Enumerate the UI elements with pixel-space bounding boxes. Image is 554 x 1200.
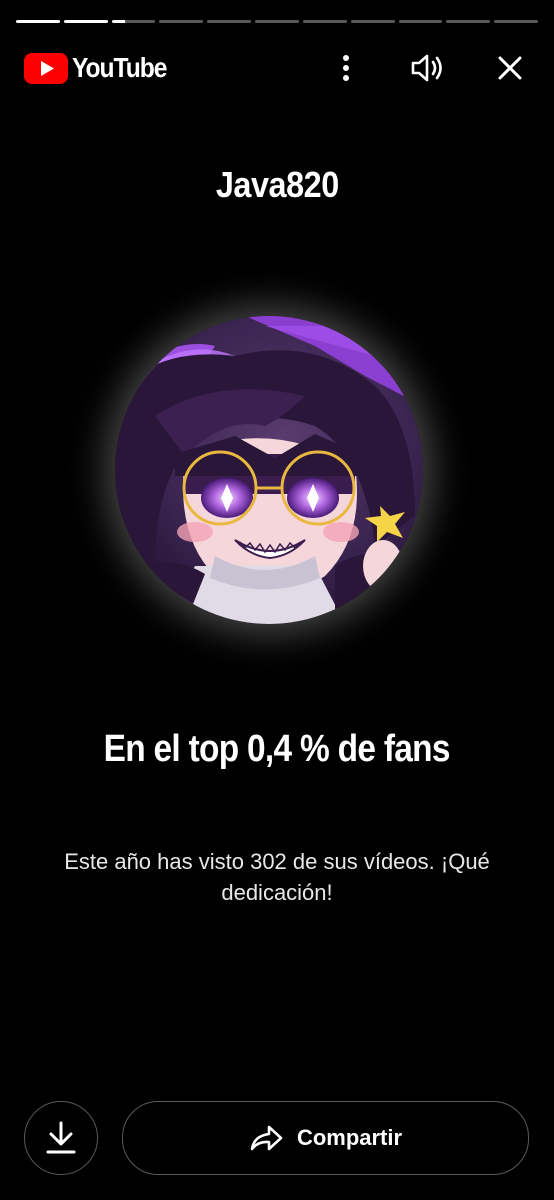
volume-button[interactable] [408, 48, 448, 88]
download-icon [46, 1121, 76, 1154]
progress-segment [350, 20, 395, 23]
progress-segment [494, 20, 538, 23]
close-button[interactable] [490, 48, 530, 88]
bottom-actions: Compartir [24, 1101, 529, 1175]
progress-segment [255, 20, 299, 23]
youtube-wordmark: YouTube [72, 52, 167, 83]
close-icon [498, 56, 522, 80]
progress-segment [207, 20, 252, 23]
channel-name: Java820 [215, 164, 339, 205]
channel-avatar [115, 316, 423, 624]
story-progress-bar [16, 20, 538, 23]
progress-segment-current [111, 20, 156, 23]
progress-segment [446, 20, 491, 23]
progress-segment [398, 20, 443, 23]
more-vert-icon [343, 55, 349, 81]
volume-icon [411, 54, 442, 82]
fan-rank-headline: En el top 0,4 % de fans [103, 728, 451, 770]
share-button[interactable]: Compartir [122, 1101, 529, 1175]
download-button[interactable] [24, 1101, 98, 1175]
youtube-logo: YouTube [24, 52, 179, 84]
share-label: Compartir [296, 1125, 403, 1150]
progress-segment [16, 20, 60, 23]
more-options-button[interactable] [326, 48, 366, 88]
avatar-artwork [115, 316, 423, 624]
share-icon [250, 1125, 283, 1151]
progress-segment [159, 20, 204, 23]
top-bar: YouTube [24, 44, 530, 92]
progress-segment [63, 20, 108, 23]
progress-segment [302, 20, 347, 23]
youtube-play-icon [24, 52, 68, 84]
watch-stats-text: Este año has visto 302 de sus vídeos. ¡Q… [64, 849, 490, 905]
